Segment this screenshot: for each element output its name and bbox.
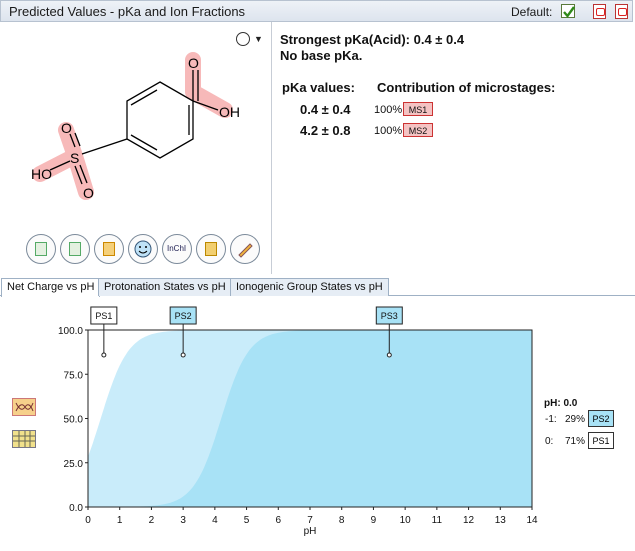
series-area-2 (88, 330, 532, 507)
default-label: Default: (511, 5, 553, 19)
legend-charge-1: -1: (545, 414, 557, 425)
atom-sulfur: S (70, 150, 79, 166)
marker-box (375, 306, 403, 325)
plot-area (87, 329, 533, 508)
tab-net-charge[interactable]: Net Charge vs pH (1, 278, 101, 297)
marker-dot (101, 352, 107, 358)
legend-ph-label: pH: 0.0 (544, 398, 578, 409)
y-tick-label: 0.0 (69, 503, 83, 514)
legend-charge-2: 0: (545, 436, 554, 447)
chart-tabs: Net Charge vs pH Protonation States vs p… (0, 277, 635, 297)
copy-image-button[interactable] (60, 234, 90, 264)
window-title: Predicted Values - pKa and Ion Fractions (9, 4, 246, 19)
atom-o-sulfonyl-top: O (61, 120, 72, 136)
copy-structure-button[interactable] (26, 234, 56, 264)
y-tick-label: 50.0 (64, 415, 84, 426)
legend-percent-2: 71% (565, 436, 586, 447)
contribution-header: Contribution of microstages: (377, 80, 556, 95)
tab-ionogenic-group-states[interactable]: Ionogenic Group States vs pH (230, 278, 389, 296)
marker-label: PS2 (175, 311, 192, 321)
no-base-pka-text: No base pKa. (280, 48, 363, 63)
smiley-button[interactable] (128, 234, 158, 264)
structure-panel: O OH HO S O O ▼ InChI (0, 22, 272, 274)
pencil-button[interactable] (230, 234, 260, 264)
legend-state-ps1[interactable]: PS1 (588, 432, 614, 449)
series-area-1 (88, 330, 532, 507)
marker-dot (386, 352, 392, 358)
x-tick-label: 4 (212, 515, 218, 526)
marker-label: PS3 (381, 311, 398, 321)
marker-box (90, 306, 118, 325)
x-tick-label: 12 (463, 515, 475, 526)
pdf-export-icon[interactable] (615, 4, 628, 19)
x-tick-label: 3 (180, 515, 186, 526)
x-axis-label: pH (304, 526, 317, 537)
pka-percent-1: 100% (374, 104, 403, 116)
x-tick-label: 10 (400, 515, 412, 526)
plot-border (87, 329, 533, 508)
pka-value-1: 0.4 ± 0.4 (300, 102, 351, 117)
pdf-icon[interactable] (593, 4, 606, 19)
x-tick-label: 1 (117, 515, 123, 526)
molecule-drawing: O OH HO S O O (31, 52, 240, 201)
legend-state-ps2[interactable]: PS2 (588, 410, 614, 427)
pka-percent-2: 100% (374, 125, 403, 137)
x-tick-label: 11 (432, 515, 443, 526)
open-button[interactable] (196, 234, 226, 264)
tab-protonation-states[interactable]: Protonation States vs pH (98, 278, 232, 296)
strongest-pka-text: Strongest pKa(Acid): 0.4 ± 0.4 (280, 32, 465, 47)
chevron-down-icon[interactable]: ▼ (254, 34, 263, 44)
x-tick-label: 13 (495, 515, 507, 526)
ms1-badge[interactable]: MS1 (403, 102, 433, 116)
marker-box (169, 306, 197, 325)
inchi-button[interactable]: InChI (162, 234, 192, 264)
atom-oh-carboxyl: OH (219, 104, 240, 120)
atom-o-carbonyl: O (188, 55, 199, 71)
marker-label: PS1 (95, 311, 112, 321)
x-tick-label: 5 (244, 515, 250, 526)
table-view-icon[interactable] (12, 430, 36, 448)
x-tick-label: 14 (526, 515, 538, 526)
pka-values-header: pKa values: (282, 80, 355, 95)
atom-ho-sulfonyl: HO (31, 166, 52, 182)
y-tick-label: 100.0 (58, 326, 83, 337)
x-tick-label: 7 (307, 515, 313, 526)
atom-o-sulfonyl-bottom: O (83, 185, 94, 201)
y-tick-label: 75.0 (64, 370, 84, 381)
radio-icon[interactable] (236, 32, 250, 46)
y-tick-label: 25.0 (64, 459, 84, 470)
ms2-badge[interactable]: MS2 (403, 123, 433, 137)
marker-dot (180, 352, 186, 358)
x-tick-label: 6 (276, 515, 282, 526)
pka-value-2: 4.2 ± 0.8 (300, 123, 351, 138)
curve-view-icon[interactable] (12, 398, 36, 416)
legend-percent-1: 29% (565, 414, 586, 425)
x-tick-label: 8 (339, 515, 345, 526)
default-checkbox[interactable] (561, 4, 575, 18)
inchi-label: InChI (167, 244, 187, 253)
edit-structure-button[interactable] (94, 234, 124, 264)
x-tick-label: 9 (371, 515, 377, 526)
pka-panel: Strongest pKa(Acid): 0.4 ± 0.4 No base p… (272, 22, 633, 274)
x-tick-label: 0 (85, 515, 91, 526)
window-title-bar: Predicted Values - pKa and Ion Fractions… (0, 0, 633, 22)
x-tick-label: 2 (149, 515, 155, 526)
